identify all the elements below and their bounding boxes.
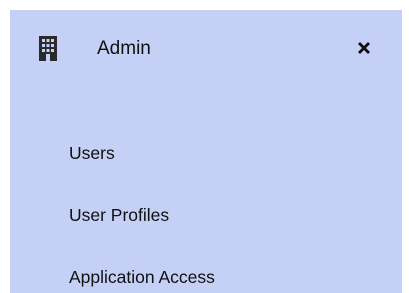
menu-item-label: User Profiles <box>69 205 170 225</box>
menu-item-users[interactable]: Users <box>50 137 380 167</box>
menu-title: Admin <box>97 38 151 59</box>
close-button[interactable] <box>352 36 376 60</box>
menu-item-user-profiles[interactable]: User Profiles <box>50 199 380 229</box>
admin-menu-panel: Admin Users User Profiles Application Ac… <box>10 10 402 293</box>
menu-item-label: Users <box>69 143 115 163</box>
menu-item-label: Application Access <box>69 267 215 287</box>
menu-item-application-access[interactable]: Application Access <box>50 261 380 291</box>
menu-header: Admin <box>10 10 402 84</box>
building-icon <box>38 36 58 62</box>
close-icon <box>352 36 376 60</box>
